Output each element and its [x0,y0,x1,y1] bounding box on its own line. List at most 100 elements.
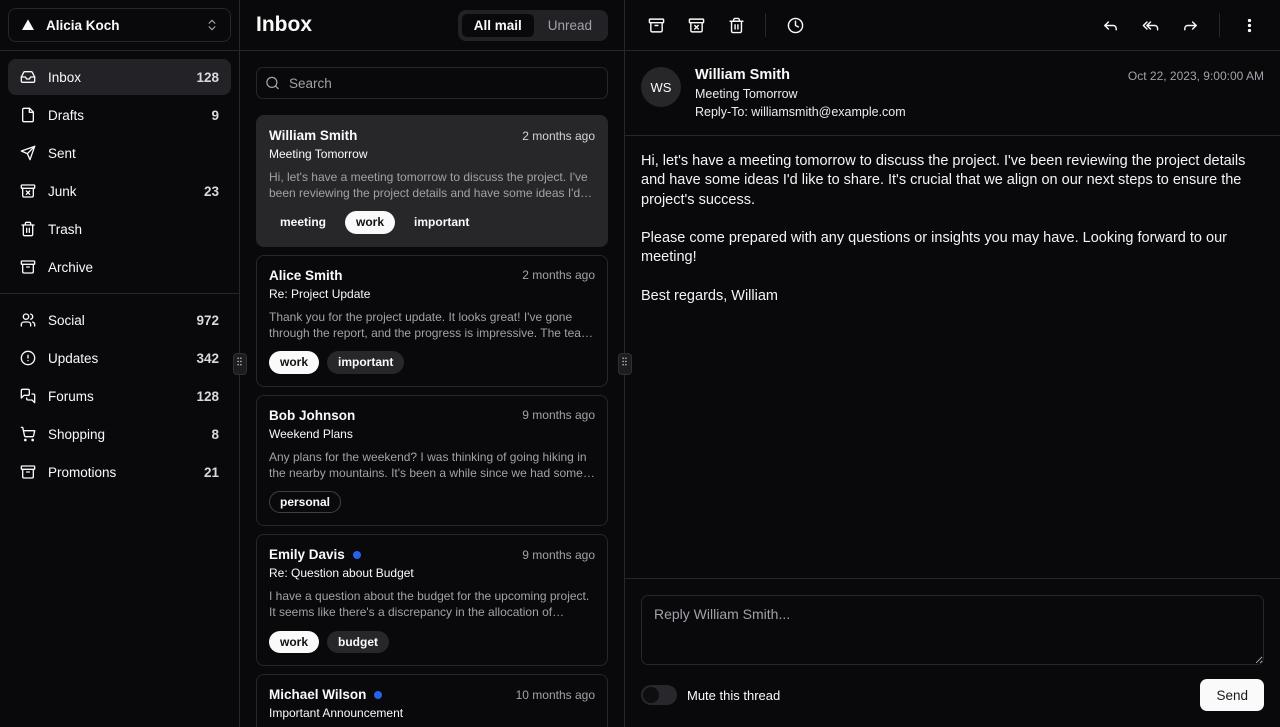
email-badges: workbudget [269,631,595,653]
archive-x-icon [688,17,705,34]
email-sender: William Smith [269,128,357,143]
avatar: WS [641,67,681,107]
mail-body: Hi, let's have a meeting tomorrow to dis… [625,136,1280,578]
unread-dot [353,551,361,559]
sidebar-item-archive[interactable]: Archive [8,249,231,285]
email-sender: Emily Davis [269,547,345,562]
badge-work: work [269,351,319,373]
email-preview: Any plans for the weekend? I was thinkin… [269,449,595,481]
email-list-item[interactable]: Alice Smith 2 months ago Re: Project Upd… [256,255,608,387]
page-title: Inbox [256,13,312,37]
panel-divider-right [624,0,625,727]
panel-divider-left [239,0,240,727]
email-preview: I have a question about the budget for t… [269,588,595,620]
mute-thread-switch[interactable] [641,685,677,705]
detail-reply-to: Reply-To: williamsmith@example.com [695,105,906,119]
file-icon [20,107,36,123]
sidebar-item-drafts[interactable]: Drafts 9 [8,97,231,133]
toolbar-right-group [1091,6,1268,44]
email-sender: Michael Wilson [269,687,366,702]
email-list-item[interactable]: Michael Wilson 10 months ago Important A… [256,674,608,727]
clock-icon [787,17,804,34]
archive-x-icon [20,183,36,199]
reply-icon [1102,17,1119,34]
badge-budget: budget [327,631,389,653]
detail-subject: Meeting Tomorrow [695,87,906,101]
email-badges: work important [269,351,595,373]
email-subject: Weekend Plans [269,427,595,441]
move-to-trash-button[interactable] [717,6,755,44]
badge-personal: personal [269,491,341,513]
sidebar: Alicia Koch Inbox 128 Drafts 9 Sent Junk… [0,0,239,727]
email-list-item[interactable]: Bob Johnson 9 months ago Weekend Plans A… [256,395,608,527]
reply-all-icon [1142,17,1159,34]
panel-resize-handle[interactable] [618,353,632,375]
email-preview: Thank you for the project update. It loo… [269,309,595,341]
badge-meeting: meeting [269,211,337,233]
reply-section: Mute this thread Send [625,578,1280,727]
messages-square-icon [20,388,36,404]
email-sender: Bob Johnson [269,408,355,423]
trash-icon [20,221,36,237]
email-badges: personal [269,491,595,513]
more-vertical-icon [1241,17,1258,34]
archive-icon [20,464,36,480]
mail-detail-header: WS William Smith Meeting Tomorrow Reply-… [625,51,1280,136]
tab-all-mail[interactable]: All mail [462,14,534,37]
sidebar-item-updates[interactable]: Updates 342 [8,340,231,376]
toolbar-left-group [637,6,814,44]
snooze-button[interactable] [776,6,814,44]
sidebar-item-junk[interactable]: Junk 23 [8,173,231,209]
mail-filter-tabs: All mailUnread [458,10,608,41]
mail-detail-panel: WS William Smith Meeting Tomorrow Reply-… [625,0,1280,727]
mail-app: Alicia Koch Inbox 128 Drafts 9 Sent Junk… [0,0,1280,727]
email-time: 9 months ago [522,408,595,422]
reply-all-button[interactable] [1131,6,1169,44]
tab-unread[interactable]: Unread [536,14,604,37]
sidebar-item-promotions[interactable]: Promotions 21 [8,454,231,490]
email-subject: Re: Project Update [269,287,595,301]
search-section [240,51,624,115]
email-subject: Important Announcement [269,706,595,720]
forward-icon [1182,17,1199,34]
email-sender: Alice Smith [269,268,343,283]
unread-dot [374,691,382,699]
email-list-item[interactable]: William Smith 2 months ago Meeting Tomor… [256,115,608,247]
account-switcher[interactable]: Alicia Koch [8,8,231,42]
search-input[interactable] [256,67,608,99]
mute-thread-label: Mute this thread [687,688,780,703]
email-time: 10 months ago [516,688,595,702]
badge-important: important [327,351,404,373]
sidebar-item-forums[interactable]: Forums 128 [8,378,231,414]
sidebar-item-social[interactable]: Social 972 [8,302,231,338]
reply-to-email: williamsmith@example.com [751,105,905,119]
account-name: Alicia Koch [46,18,120,33]
sidebar-item-inbox[interactable]: Inbox 128 [8,59,231,95]
inbox-icon [20,69,36,85]
badge-work: work [345,211,395,233]
brand-triangle-icon [20,17,36,33]
mail-toolbar [625,0,1280,51]
reply-textarea[interactable] [641,595,1264,665]
sidebar-item-shopping[interactable]: Shopping 8 [8,416,231,452]
sidebar-item-trash[interactable]: Trash [8,211,231,247]
email-time: 2 months ago [522,129,595,143]
sidebar-nav-secondary: Social 972 Updates 342 Forums 128 Shoppi… [0,294,239,498]
move-to-junk-button[interactable] [677,6,715,44]
reply-button[interactable] [1091,6,1129,44]
alert-circle-icon [20,350,36,366]
chevrons-up-down-icon [205,18,219,32]
archive-button[interactable] [637,6,675,44]
forward-button[interactable] [1171,6,1209,44]
users-icon [20,312,36,328]
detail-sender-name: William Smith [695,67,906,83]
email-time: 2 months ago [522,268,595,282]
sidebar-item-sent[interactable]: Sent [8,135,231,171]
send-button[interactable]: Send [1200,679,1264,711]
panel-resize-handle[interactable] [233,353,247,375]
mail-list-header: Inbox All mailUnread [240,0,624,51]
search-icon [265,76,280,91]
send-icon [20,145,36,161]
email-list-item[interactable]: Emily Davis 9 months ago Re: Question ab… [256,534,608,666]
more-options-button[interactable] [1230,6,1268,44]
